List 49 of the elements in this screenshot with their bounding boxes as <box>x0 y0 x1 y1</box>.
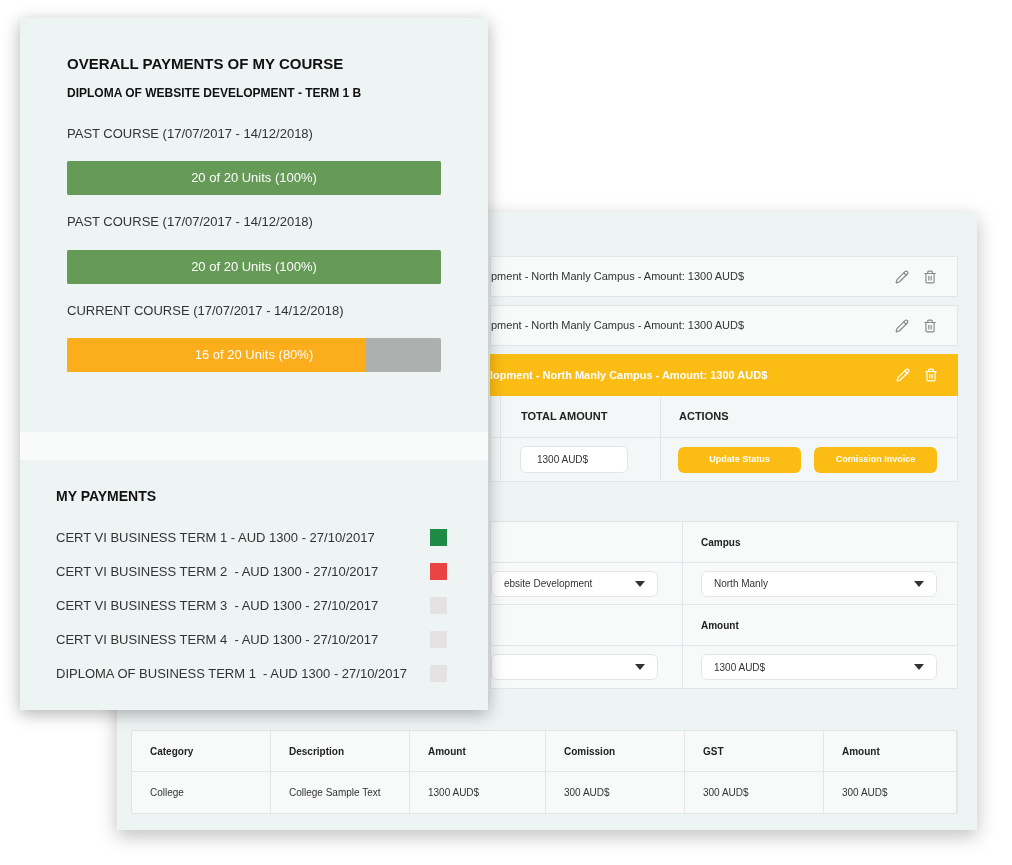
column-header: Comission <box>546 731 685 772</box>
course-label: PAST COURSE (17/07/2017 - 14/12/2018) <box>67 213 314 231</box>
table-cell: College Sample Text <box>271 772 410 813</box>
card-title: OVERALL PAYMENTS OF MY COURSE <box>67 54 345 74</box>
table-cell: 300 AUD$ <box>685 772 824 813</box>
payment-item: DIPLOMA OF BUSINESS TERM 1 - AUD 1300 - 27/10/2017 <box>56 664 407 683</box>
trash-icon[interactable] <box>924 368 938 382</box>
column-header: GST <box>685 731 824 772</box>
select-field[interactable]: ebsite Development <box>491 570 658 597</box>
caret-icon <box>914 580 924 587</box>
column-header: TOTAL AMOUNT <box>501 396 661 438</box>
select-field[interactable]: 1300 AUD$ <box>701 654 937 680</box>
pencil-icon[interactable] <box>895 318 909 333</box>
section-title: MY PAYMENTS <box>56 487 158 506</box>
enrolment-text: lopment - North Manly Campus - Amount: 1300 AUD$ <box>490 367 768 383</box>
enrolment-row[interactable]: pment - North Manly Campus - Amount: 1300 AUD$ <box>490 305 958 346</box>
column-header: Category <box>132 731 271 772</box>
table-cell: College <box>132 772 271 813</box>
enrolment-row[interactable]: pment - North Manly Campus - Amount: 1300 AUD$ <box>490 256 958 297</box>
table-cell: 300 AUD$ <box>824 772 957 813</box>
amount-field[interactable]: 1300 AUD$ <box>520 446 628 473</box>
enrolment-text: pment - North Manly Campus - Amount: 1300 AUD$ <box>491 269 745 285</box>
course-label: CURRENT COURSE (17/07/2017 - 14/12/2018) <box>67 301 345 320</box>
caret-icon <box>635 664 645 670</box>
column-header: Amount <box>824 731 957 772</box>
trash-icon[interactable] <box>923 269 937 284</box>
pencil-icon[interactable] <box>895 269 909 284</box>
caret-icon <box>914 664 924 670</box>
progress-text: 20 of 20 Units (100%) <box>191 169 317 188</box>
payment-item: CERT VI BUSINESS TERM 3 - AUD 1300 - 27/10/2017 <box>56 596 379 615</box>
payment-item: CERT VI BUSINESS TERM 1 - AUD 1300 - 27/10/2017 <box>56 528 375 547</box>
progress-text: 20 of 20 Units (100%) <box>191 257 317 276</box>
payment-item: CERT VI BUSINESS TERM 2 - AUD 1300 - 27/10/2017 <box>56 562 379 581</box>
payment-item: CERT VI BUSINESS TERM 4 - AUD 1300 - 27/10/2017 <box>56 630 379 649</box>
progress-text: 16 of 20 Units (80%) <box>194 346 314 365</box>
column-header: Amount <box>410 731 546 772</box>
field-label: Campus <box>683 522 957 563</box>
course-subtitle: DIPLOMA OF WEBSITE DEVELOPMENT - TERM 1 B <box>67 84 363 102</box>
column-header: ACTIONS <box>661 396 957 438</box>
trash-icon[interactable] <box>923 318 937 333</box>
select-field[interactable] <box>491 654 658 680</box>
course-label: PAST COURSE (17/07/2017 - 14/12/2018) <box>67 124 314 143</box>
enrolment-text: pment - North Manly Campus - Amount: 1300 AUD$ <box>491 318 745 334</box>
select-field[interactable]: North Manly <box>701 570 937 597</box>
field-label: Amount <box>683 605 957 646</box>
table-cell: 300 AUD$ <box>546 772 685 813</box>
column-header: Description <box>271 731 410 772</box>
table-cell: 1300 AUD$ <box>410 772 546 813</box>
caret-icon <box>635 580 645 587</box>
